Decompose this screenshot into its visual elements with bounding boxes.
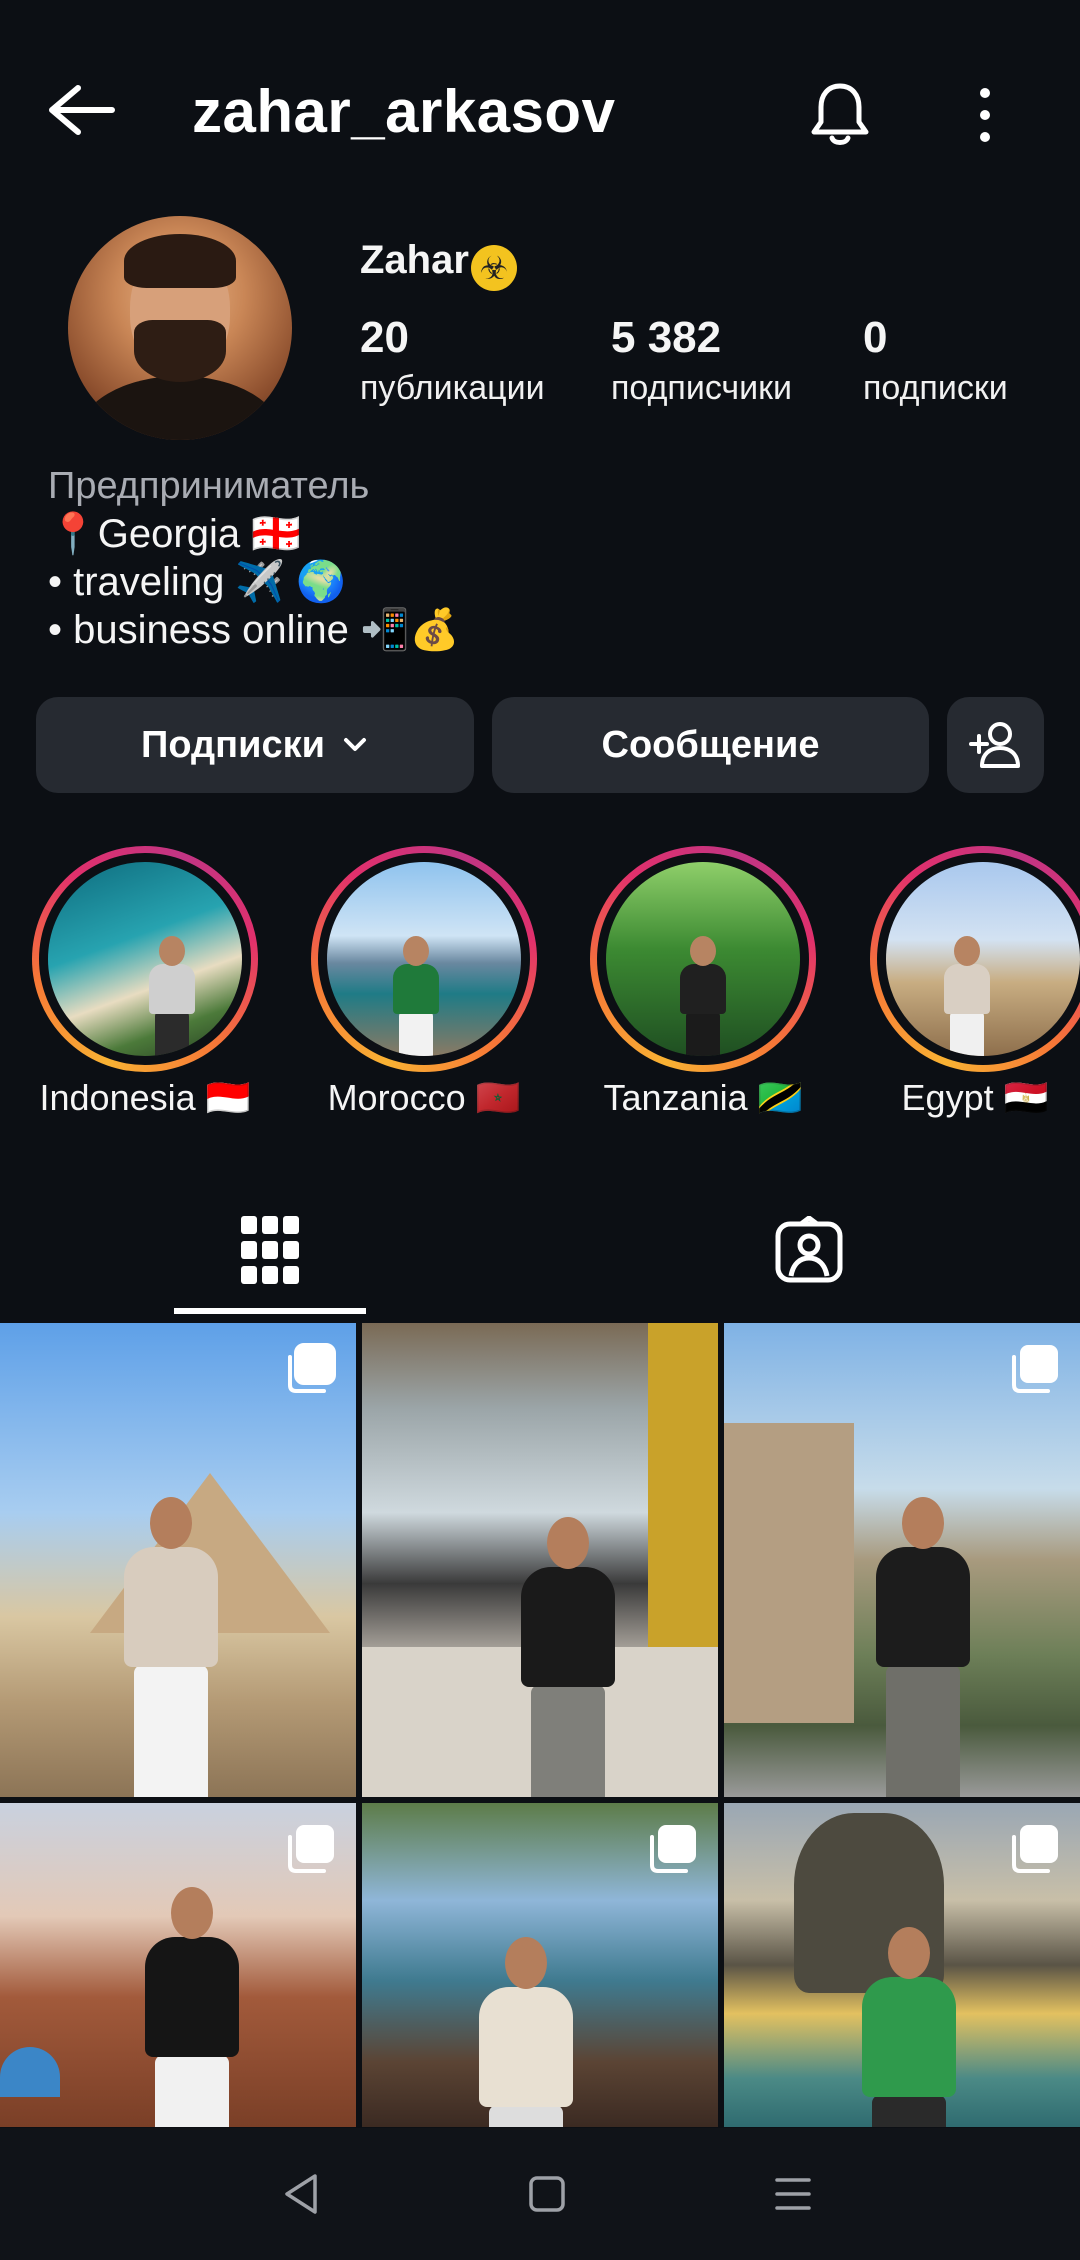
highlight-cover-image [606,862,800,1056]
menu-lines-icon [775,2178,811,2210]
chevron-down-icon [341,735,369,755]
stat-following-value: 0 [863,313,888,362]
grid-icon [241,1216,299,1284]
bio-category: Предприниматель [48,465,370,507]
carousel-icon [288,1343,336,1393]
system-navigation-bar [0,2128,1080,2260]
system-home-button[interactable] [502,2154,592,2234]
active-tab-indicator [174,1308,366,1314]
notifications-button[interactable] [795,70,885,160]
bio-line: 📍Georgia 🇬🇪 [48,512,302,556]
following-button-label: Подписки [141,723,325,766]
stat-following[interactable]: 0 подписки [863,312,1008,412]
carousel-icon [1012,1345,1058,1393]
system-back-button[interactable] [256,2154,346,2234]
message-button[interactable]: Сообщение [492,697,929,793]
back-button[interactable] [30,70,130,150]
profile-bio: Предприниматель 📍Georgia 🇬🇪 • traveling … [48,462,1028,654]
biohazard-emoji: ☣ [470,245,517,291]
stat-followers[interactable]: 5 382 подписчики [611,312,792,412]
add-user-icon [968,722,1020,768]
highlight-indonesia[interactable] [32,846,258,1072]
highlight-cover-image [886,862,1080,1056]
post-person [868,1497,978,1797]
tagged-icon [775,1216,843,1283]
profile-username: zahar_arkasov [192,78,616,145]
display-name-text: Zahar [360,238,469,282]
post-thumbnail[interactable] [362,1323,718,1797]
highlight-cover-image [48,862,242,1056]
post-person [116,1497,226,1797]
highlight-egypt[interactable] [870,846,1080,1072]
highlight-tanzania[interactable] [590,846,816,1072]
stat-followers-label: подписчики [611,369,793,407]
highlight-morocco[interactable] [311,846,537,1072]
back-arrow-icon [49,85,115,135]
stat-posts-value: 20 [360,313,409,362]
stat-posts-label: публикации [360,369,545,407]
system-recents-button[interactable] [748,2154,838,2234]
tab-tagged[interactable] [713,1190,905,1310]
triangle-back-icon [285,2174,317,2214]
stat-followers-value: 5 382 [611,313,722,362]
bio-line: • traveling ✈️ 🌍 [48,560,347,604]
post-thumbnail[interactable] [0,1323,356,1797]
more-options-button[interactable] [945,70,1025,160]
following-dropdown-button[interactable]: Подписки [36,697,474,793]
post-thumbnail[interactable] [0,1803,356,2127]
post-thumbnail[interactable] [362,1803,718,2127]
profile-display-name: Zahar ☣ [360,236,517,291]
bell-icon [811,83,869,145]
highlight-cover-image [327,862,521,1056]
post-person [137,1887,247,2127]
top-bar: zahar_arkasov [0,0,1080,220]
post-person [471,1937,581,2127]
carousel-icon [288,1825,334,1873]
highlight-label: Tanzania 🇹🇿 [603,1077,803,1118]
carousel-icon [1012,1825,1058,1873]
profile-avatar[interactable] [68,216,292,440]
bio-line: • business online 📲💰 [48,608,460,652]
post-thumbnail[interactable] [724,1803,1080,2127]
suggested-users-button[interactable] [947,697,1044,793]
highlight-label: Indonesia 🇮🇩 [39,1077,251,1118]
stat-posts[interactable]: 20 публикации [360,312,545,412]
tab-posts-grid[interactable] [174,1190,366,1310]
message-button-label: Сообщение [601,723,820,766]
highlight-label: Egypt 🇪🇬 [901,1077,1049,1118]
post-person [513,1517,623,1797]
square-home-icon [529,2176,565,2212]
post-person [854,1927,964,2127]
highlight-label: Morocco 🇲🇦 [327,1077,521,1118]
stat-following-label: подписки [863,369,1008,407]
more-vertical-icon [980,88,990,142]
post-thumbnail[interactable] [724,1323,1080,1797]
carousel-icon [650,1825,696,1873]
